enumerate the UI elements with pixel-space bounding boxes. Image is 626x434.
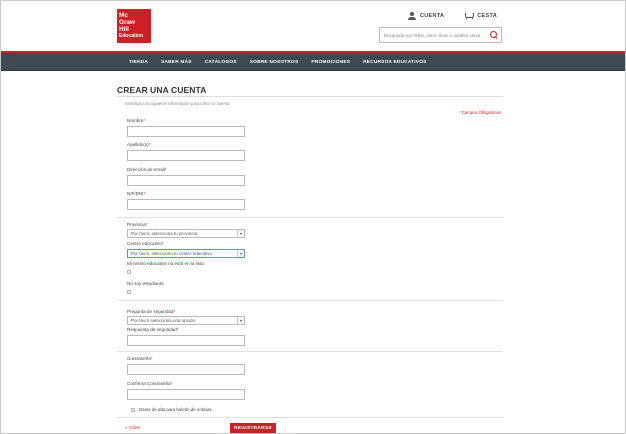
- page-title: CREAR UNA CUENTA: [117, 85, 207, 95]
- pregunta-label: Pregunta de seguridad*: [127, 309, 175, 314]
- main-nav: TIENDA SABER MÁS CATÁLOGOS SOBRE NOSOTRO…: [1, 53, 625, 71]
- chevron-down-icon: [237, 317, 244, 324]
- nombre-input[interactable]: [127, 126, 245, 137]
- nav-item-sobre-nosotros[interactable]: SOBRE NOSOTROS: [250, 60, 299, 65]
- logo-line-1: Mc: [119, 12, 128, 19]
- account-link[interactable]: CUENTA: [407, 12, 445, 20]
- email-label: Dirección de email*: [127, 167, 167, 172]
- password-label-text: Contraseña: [127, 356, 151, 361]
- required-fields-note: *Campos Obligatorios: [460, 110, 501, 115]
- user-links: CUENTA CESTA: [407, 12, 497, 20]
- nombre-label: Nombre*: [127, 118, 145, 123]
- password-label: Contraseña*: [127, 356, 153, 361]
- nav-items: TIENDA SABER MÁS CATÁLOGOS SOBRE NOSOTRO…: [129, 53, 427, 71]
- provincia-label-text: Provincia: [127, 222, 146, 227]
- search-box: [379, 27, 502, 43]
- nav-item-catalogos[interactable]: CATÁLOGOS: [205, 60, 237, 65]
- apellidos-input[interactable]: [127, 150, 245, 161]
- section-divider: [117, 300, 503, 301]
- centro-select-value: Por favor, selecciona tu centro educativ…: [131, 251, 213, 256]
- newsletter-checkbox[interactable]: [131, 407, 135, 412]
- logo-line-4: Education: [119, 33, 144, 39]
- pregunta-label-text: Pregunta de seguridad: [127, 309, 174, 314]
- back-link[interactable]: « Volver: [125, 425, 141, 430]
- nif-input[interactable]: [127, 199, 245, 210]
- chevron-down-icon: [237, 250, 244, 257]
- nav-item-recursos-educativos[interactable]: RECURSOS EDUCATIVOS: [363, 60, 426, 65]
- required-marker: *: [145, 222, 148, 227]
- pregunta-select-value: Por favor selecciona una opción: [131, 318, 196, 323]
- nif-label-text: NIF/DNI: [127, 191, 144, 196]
- nif-label: NIF/DNI*: [127, 191, 145, 196]
- provincia-label: Provincia*: [127, 222, 148, 227]
- nombre-label-text: Nombre: [127, 118, 144, 123]
- provincia-select[interactable]: Por favor, selecciona tu provincia: [127, 229, 245, 238]
- password-input[interactable]: [127, 364, 245, 375]
- newsletter-label: Darse de alta para boletín de noticias: [139, 407, 212, 412]
- cart-icon: [464, 12, 475, 20]
- mcgraw-hill-logo[interactable]: Mc Graw Hill Education: [117, 9, 151, 43]
- site-header: Mc Graw Hill Education CUENTA CESTA: [1, 1, 625, 51]
- apellidos-label: Apellido(s)*: [127, 142, 151, 147]
- no-estudiante-checkbox[interactable]: [127, 290, 131, 294]
- cart-link[interactable]: CESTA: [464, 12, 497, 20]
- browser-page: Mc Graw Hill Education CUENTA CESTA TIEN…: [0, 0, 626, 434]
- chevron-down-icon: [237, 230, 244, 237]
- cart-label: CESTA: [477, 13, 497, 19]
- required-marker: *: [176, 327, 179, 332]
- register-button[interactable]: REGISTRARSE: [230, 423, 276, 433]
- centro-label: Centro educativo*: [127, 241, 164, 246]
- nav-item-tienda[interactable]: TIENDA: [129, 60, 148, 65]
- no-estudiante-label: No soy estudiante: [127, 281, 164, 286]
- required-marker: *: [173, 309, 176, 314]
- required-marker: *: [150, 356, 153, 361]
- account-label: CUENTA: [419, 13, 445, 19]
- nav-item-saber-mas[interactable]: SABER MÁS: [161, 60, 192, 65]
- apellidos-label-text: Apellido(s): [127, 142, 149, 147]
- section-divider: [117, 417, 503, 418]
- confirm-password-label-text: Confirma Contraseña: [127, 381, 171, 386]
- email-label-text: Dirección de email: [127, 167, 165, 172]
- confirm-password-input[interactable]: [127, 389, 245, 400]
- required-marker: *: [161, 241, 164, 246]
- respuesta-label: Respuesta de seguridad*: [127, 327, 179, 332]
- intro-text: Introduzca la siguiente información para…: [125, 101, 230, 106]
- centro-missing-checkbox[interactable]: [127, 270, 131, 274]
- required-marker: *: [164, 167, 167, 172]
- user-icon: [407, 12, 416, 20]
- required-marker: *: [148, 142, 151, 147]
- search-input[interactable]: [380, 28, 486, 42]
- title-divider: [117, 96, 503, 97]
- logo-line-3: Hill: [119, 26, 129, 33]
- respuesta-label-text: Respuesta de seguridad: [127, 327, 177, 332]
- search-icon[interactable]: [490, 31, 498, 39]
- confirm-password-label: Confirma Contraseña*: [127, 381, 172, 386]
- centro-missing-label: Mi centro educativo no está en la lista: [127, 261, 204, 266]
- section-divider: [117, 217, 503, 218]
- newsletter-option[interactable]: Darse de alta para boletín de noticias: [131, 407, 212, 412]
- respuesta-input[interactable]: [127, 335, 245, 346]
- email-input[interactable]: [127, 175, 245, 186]
- required-marker: *: [170, 381, 173, 386]
- pregunta-select[interactable]: Por favor selecciona una opción: [127, 316, 245, 325]
- centro-select[interactable]: Por favor, selecciona tu centro educativ…: [127, 249, 245, 258]
- logo-line-2: Graw: [119, 19, 135, 26]
- provincia-select-value: Por favor, selecciona tu provincia: [131, 231, 198, 236]
- centro-label-text: Centro educativo: [127, 241, 162, 246]
- required-marker: *: [143, 191, 146, 196]
- required-marker: *: [143, 118, 146, 123]
- nav-item-promociones[interactable]: PROMOCIONES: [311, 60, 350, 65]
- section-divider: [117, 351, 503, 352]
